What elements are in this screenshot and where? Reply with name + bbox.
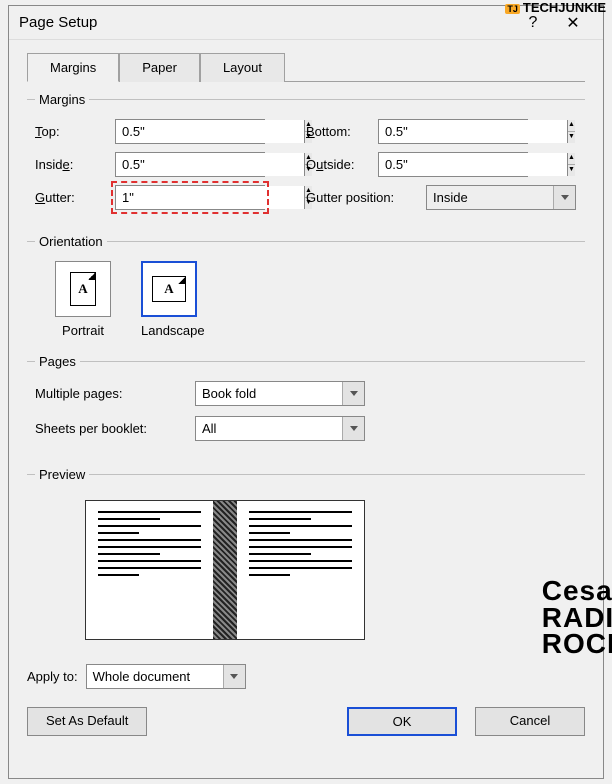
- watermark-cesar: Cesar RADIO ROCK: [542, 578, 612, 658]
- tab-paper[interactable]: Paper: [119, 53, 200, 82]
- multiple-pages-value: Book fold: [196, 382, 342, 405]
- set-default-button[interactable]: Set As Default: [27, 707, 147, 736]
- landscape-label: Landscape: [141, 323, 205, 338]
- portrait-icon: A: [70, 272, 96, 306]
- inside-label: Inside:: [35, 157, 115, 172]
- inside-spinner[interactable]: ▲▼: [115, 152, 265, 177]
- section-margins-legend: Margins: [35, 92, 89, 107]
- outside-spin-up[interactable]: ▲: [568, 153, 575, 165]
- section-preview: Preview Cesar: [27, 467, 585, 654]
- top-label: Top:: [35, 124, 115, 139]
- orientation-landscape[interactable]: A Landscape: [141, 261, 205, 338]
- preview-book-icon: [85, 500, 365, 640]
- applyto-label: Apply to:: [27, 669, 78, 684]
- bottom-input[interactable]: [379, 120, 567, 143]
- top-spinner[interactable]: ▲▼: [115, 119, 265, 144]
- section-orientation: Orientation A Portrait A Landscape: [27, 234, 585, 352]
- cancel-button[interactable]: Cancel: [475, 707, 585, 736]
- help-button[interactable]: ?: [513, 14, 553, 32]
- gutterpos-value: Inside: [427, 186, 553, 209]
- tab-margins[interactable]: Margins: [27, 53, 119, 82]
- bottom-spinner[interactable]: ▲▼: [378, 119, 528, 144]
- orientation-portrait[interactable]: A Portrait: [55, 261, 111, 338]
- sheets-label: Sheets per booklet:: [35, 421, 195, 436]
- ok-button[interactable]: OK: [347, 707, 457, 736]
- top-input[interactable]: [116, 120, 304, 143]
- bottom-spin-down[interactable]: ▼: [568, 132, 575, 143]
- section-margins: Margins Top: ▲▼ Bottom: ▲▼: [27, 92, 585, 232]
- applyto-value: Whole document: [87, 665, 223, 688]
- section-pages-legend: Pages: [35, 354, 80, 369]
- page-setup-dialog: Page Setup ? ✕ Margins Paper Layout Marg…: [8, 5, 604, 779]
- gutterpos-arrow: [553, 186, 575, 209]
- outside-spinner[interactable]: ▲▼: [378, 152, 528, 177]
- sheets-dropdown[interactable]: All: [195, 416, 365, 441]
- sheets-arrow[interactable]: [342, 417, 364, 440]
- chevron-down-icon: [350, 391, 358, 396]
- chevron-down-icon: [561, 195, 569, 200]
- bottom-label: Bottom:: [306, 124, 378, 139]
- gutterpos-dropdown: Inside: [426, 185, 576, 210]
- gutter-label: Gutter:: [35, 190, 115, 205]
- outside-spin-down[interactable]: ▼: [568, 165, 575, 176]
- applyto-arrow[interactable]: [223, 665, 245, 688]
- landscape-icon: A: [152, 276, 186, 302]
- chevron-down-icon: [230, 674, 238, 679]
- dialog-title: Page Setup: [19, 14, 513, 31]
- tabstrip: Margins Paper Layout: [27, 52, 585, 82]
- gutterpos-label: Gutter position:: [306, 190, 426, 205]
- multiple-pages-dropdown[interactable]: Book fold: [195, 381, 365, 406]
- portrait-label: Portrait: [55, 323, 111, 338]
- outside-label: Outside:: [306, 157, 378, 172]
- multiple-pages-arrow[interactable]: [342, 382, 364, 405]
- section-pages: Pages Multiple pages: Book fold Sheets p…: [27, 354, 585, 465]
- sheets-value: All: [196, 417, 342, 440]
- section-preview-legend: Preview: [35, 467, 89, 482]
- gutter-spinner[interactable]: ▲▼: [115, 185, 265, 210]
- bottom-spin-up[interactable]: ▲: [568, 120, 575, 132]
- close-button[interactable]: ✕: [553, 13, 593, 33]
- multiple-pages-label: Multiple pages:: [35, 386, 195, 401]
- tab-layout[interactable]: Layout: [200, 53, 285, 82]
- watermark-techjunkie: TJ TECHJUNKIE: [505, 0, 606, 15]
- gutter-input[interactable]: [116, 186, 304, 209]
- section-orientation-legend: Orientation: [35, 234, 107, 249]
- inside-input[interactable]: [116, 153, 304, 176]
- applyto-dropdown[interactable]: Whole document: [86, 664, 246, 689]
- chevron-down-icon: [350, 426, 358, 431]
- outside-input[interactable]: [379, 153, 567, 176]
